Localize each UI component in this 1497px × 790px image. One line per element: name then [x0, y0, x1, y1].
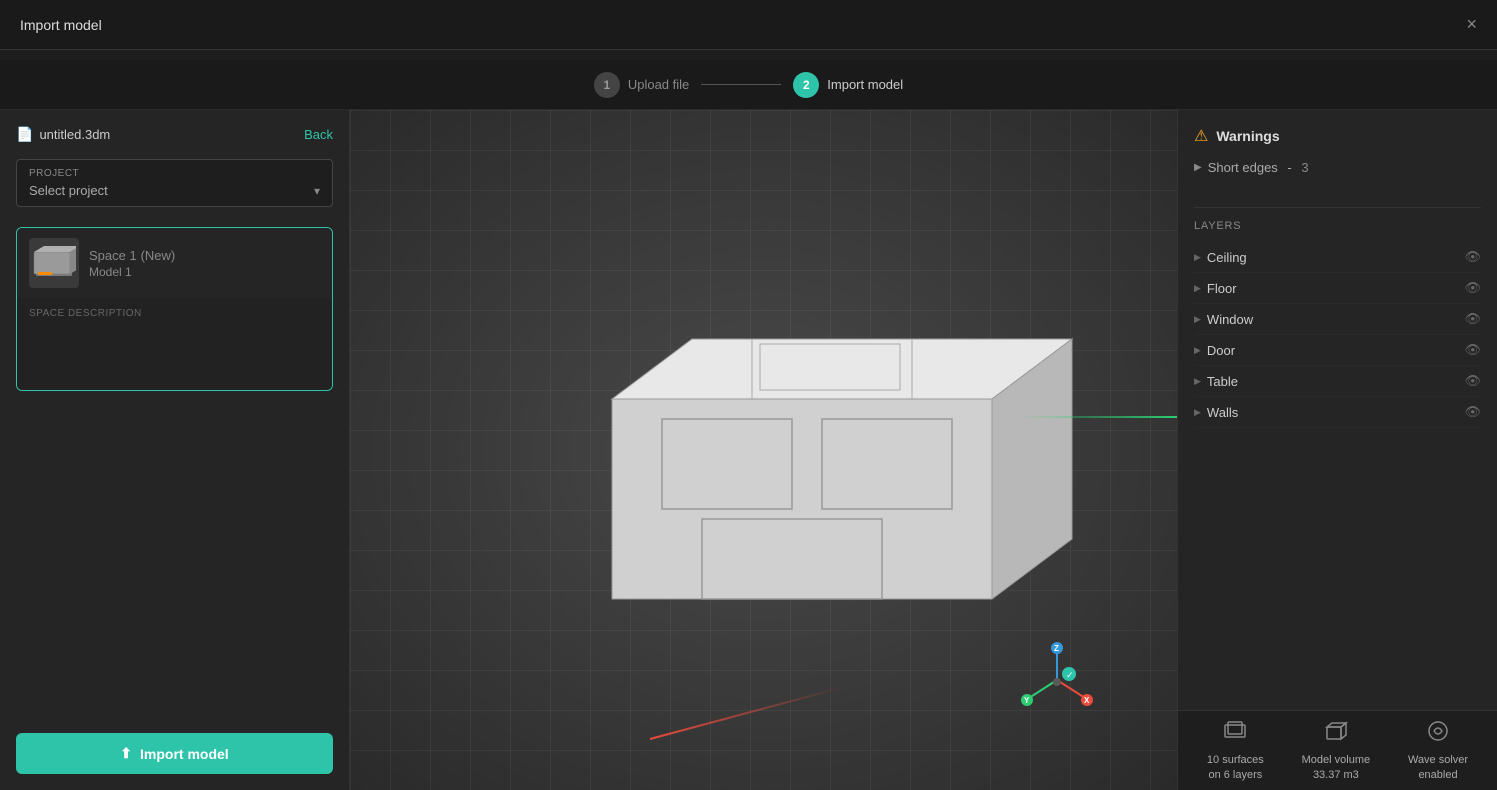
stat-surfaces: 10 surfaceson 6 layers [1207, 719, 1264, 782]
space-thumbnail [29, 238, 79, 288]
stepper: 1 Upload file 2 Import model [0, 60, 1497, 110]
layer-chevron-icon: ▶ [1194, 345, 1201, 356]
stats-bar: 10 surfaceson 6 layers Model volume33.37… [1177, 710, 1497, 790]
step-connector [701, 84, 781, 85]
layer-name: Ceiling [1207, 250, 1247, 265]
layer-left: ▶ Walls [1194, 405, 1238, 420]
chevron-down-icon: ▾ [314, 184, 320, 198]
layer-chevron-icon: ▶ [1194, 314, 1201, 325]
layer-chevron-icon: ▶ [1194, 252, 1201, 263]
layers-header: LAYERS [1194, 220, 1481, 232]
volume-icon [1324, 719, 1348, 749]
svg-text:Y: Y [1024, 696, 1030, 705]
space-card-header: Space 1 (New) Model 1 [17, 228, 332, 298]
space-info: Space 1 (New) Model 1 [89, 247, 320, 279]
layer-name: Door [1207, 343, 1235, 358]
close-button[interactable]: × [1466, 14, 1477, 35]
warning-triangle-icon: ⚠ [1194, 126, 1208, 146]
stat-volume: Model volume33.37 m3 [1302, 719, 1370, 782]
step-2: 2 Import model [793, 72, 903, 98]
model-svg [512, 279, 1112, 659]
layer-chevron-icon: ▶ [1194, 376, 1201, 387]
space-model: Model 1 [89, 265, 320, 279]
layers-section: LAYERS ▶ Ceiling 👁 ▶ Floor 👁 ▶ Window 👁 … [1194, 220, 1481, 774]
space-description-area: SPACE DESCRIPTION [17, 298, 332, 390]
space-card: Space 1 (New) Model 1 SPACE DESCRIPTION [16, 227, 333, 391]
step-2-label: Import model [827, 77, 903, 92]
file-name-text: untitled.3dm [39, 127, 110, 142]
project-select[interactable]: PROJECT Select project ▾ [16, 159, 333, 207]
layer-left: ▶ Window [1194, 312, 1253, 327]
project-label: PROJECT [29, 168, 320, 179]
warning-count: 3 [1301, 160, 1308, 175]
svg-text:X: X [1084, 696, 1090, 705]
stat-solver: Wave solverenabled [1408, 719, 1468, 782]
file-row: 📄 untitled.3dm Back [16, 126, 333, 143]
layer-chevron-icon: ▶ [1194, 407, 1201, 418]
warnings-header: ⚠ Warnings [1194, 126, 1481, 146]
warning-separator: - [1284, 160, 1296, 175]
file-name: 📄 untitled.3dm [16, 126, 110, 143]
step-1-label: Upload file [628, 77, 689, 92]
layer-name: Floor [1207, 281, 1237, 296]
import-icon: ⬆ [120, 745, 132, 762]
layer-left: ▶ Ceiling [1194, 250, 1247, 265]
warning-chevron-icon: ▶ [1194, 162, 1202, 173]
space-thumb-svg [32, 246, 76, 280]
layer-item[interactable]: ▶ Table 👁 [1194, 366, 1481, 397]
3d-model [512, 279, 1112, 659]
file-icon: 📄 [16, 126, 33, 143]
divider [1194, 207, 1481, 208]
layer-visibility-toggle[interactable]: 👁 [1464, 373, 1481, 389]
layer-visibility-toggle[interactable]: 👁 [1464, 249, 1481, 265]
layer-item[interactable]: ▶ Floor 👁 [1194, 273, 1481, 304]
solver-icon [1426, 719, 1450, 749]
project-value-row: Select project ▾ [29, 183, 320, 198]
layer-left: ▶ Door [1194, 343, 1235, 358]
back-button[interactable]: Back [304, 127, 333, 142]
dialog-title: Import model [20, 17, 102, 33]
step-2-circle: 2 [793, 72, 819, 98]
stat-solver-label: Wave solverenabled [1408, 753, 1468, 782]
warnings-section: ⚠ Warnings ▶ Short edges - 3 [1194, 126, 1481, 179]
svg-text:Z: Z [1054, 644, 1059, 653]
layer-name: Table [1207, 374, 1238, 389]
svg-text:✓: ✓ [1066, 670, 1074, 680]
import-model-button[interactable]: ⬆ Import model [16, 733, 333, 774]
warning-short-edges[interactable]: ▶ Short edges - 3 [1194, 156, 1481, 179]
layer-name: Window [1207, 312, 1253, 327]
right-panel: ⚠ Warnings ▶ Short edges - 3 LAYERS ▶ Ce… [1177, 110, 1497, 790]
layer-visibility-toggle[interactable]: 👁 [1464, 404, 1481, 420]
green-axis-line [1017, 416, 1177, 418]
warning-text: Short edges [1208, 160, 1278, 175]
layer-item[interactable]: ▶ Walls 👁 [1194, 397, 1481, 428]
layer-visibility-toggle[interactable]: 👁 [1464, 311, 1481, 327]
layer-left: ▶ Table [1194, 374, 1238, 389]
layer-chevron-icon: ▶ [1194, 283, 1201, 294]
layer-item[interactable]: ▶ Ceiling 👁 [1194, 242, 1481, 273]
import-label: Import model [140, 746, 229, 762]
step-1: 1 Upload file [594, 72, 689, 98]
warnings-title: Warnings [1216, 128, 1279, 144]
layer-item[interactable]: ▶ Door 👁 [1194, 335, 1481, 366]
space-description-input[interactable] [29, 325, 320, 375]
layer-left: ▶ Floor [1194, 281, 1237, 296]
stat-volume-label: Model volume33.37 m3 [1302, 753, 1370, 782]
red-axis-line [650, 686, 844, 740]
stat-surfaces-label: 10 surfaceson 6 layers [1207, 753, 1264, 782]
layer-item[interactable]: ▶ Window 👁 [1194, 304, 1481, 335]
axis-gizmo: Z X Y ✓ [1017, 640, 1097, 720]
layer-visibility-toggle[interactable]: 👁 [1464, 342, 1481, 358]
project-placeholder: Select project [29, 183, 108, 198]
surfaces-icon [1223, 719, 1247, 749]
space-desc-label: SPACE DESCRIPTION [29, 308, 320, 319]
layer-name: Walls [1207, 405, 1238, 420]
viewport[interactable]: Z X Y ✓ [350, 110, 1177, 790]
space-name: Space 1 (New) [89, 247, 320, 263]
step-1-circle: 1 [594, 72, 620, 98]
layers-list: ▶ Ceiling 👁 ▶ Floor 👁 ▶ Window 👁 ▶ Door … [1194, 242, 1481, 428]
left-panel: 📄 untitled.3dm Back PROJECT Select proje… [0, 110, 350, 790]
layer-visibility-toggle[interactable]: 👁 [1464, 280, 1481, 296]
title-bar: Import model × [0, 0, 1497, 50]
